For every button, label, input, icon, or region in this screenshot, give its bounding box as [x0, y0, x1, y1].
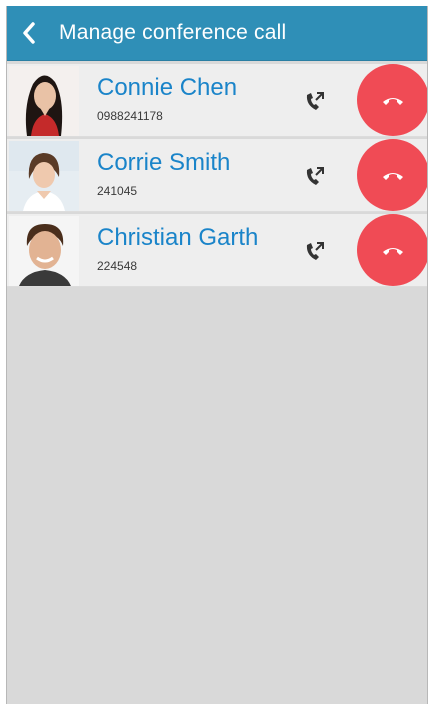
participant-number: 241045 — [97, 184, 138, 198]
back-button[interactable] — [7, 6, 51, 61]
participant-row: Connie Chen 0988241178 — [7, 64, 427, 137]
participant-name: Corrie Smith — [97, 149, 231, 176]
phone-hangup-icon — [383, 173, 403, 180]
page-title: Manage conference call — [59, 21, 287, 44]
participant-number: 224548 — [97, 259, 138, 273]
conference-screen: Manage conference call Connie Chen 09882… — [6, 6, 428, 704]
avatar — [9, 216, 79, 286]
chevron-left-icon — [23, 22, 35, 44]
app-bar: Manage conference call — [7, 6, 427, 61]
participant-row: Christian Garth 224548 — [7, 214, 427, 287]
participant-list: Connie Chen 0988241178 Corrie Smith 2410… — [7, 64, 427, 289]
participant-name: Christian Garth — [97, 224, 259, 251]
participant-row: Corrie Smith 241045 — [7, 139, 427, 212]
end-call-button[interactable] — [357, 64, 427, 136]
split-call-icon — [306, 167, 324, 185]
phone-hangup-icon — [383, 248, 403, 255]
end-call-button[interactable] — [357, 214, 427, 286]
participant-number: 0988241178 — [97, 109, 163, 123]
split-call-button[interactable] — [297, 159, 333, 195]
end-call-button[interactable] — [357, 139, 427, 211]
split-call-icon — [306, 92, 324, 110]
avatar — [9, 141, 79, 211]
phone-hangup-icon — [383, 98, 403, 105]
avatar — [9, 66, 79, 136]
split-call-button[interactable] — [297, 84, 333, 120]
split-call-button[interactable] — [297, 234, 333, 270]
split-call-icon — [306, 242, 324, 260]
participant-name: Connie Chen — [97, 74, 238, 101]
